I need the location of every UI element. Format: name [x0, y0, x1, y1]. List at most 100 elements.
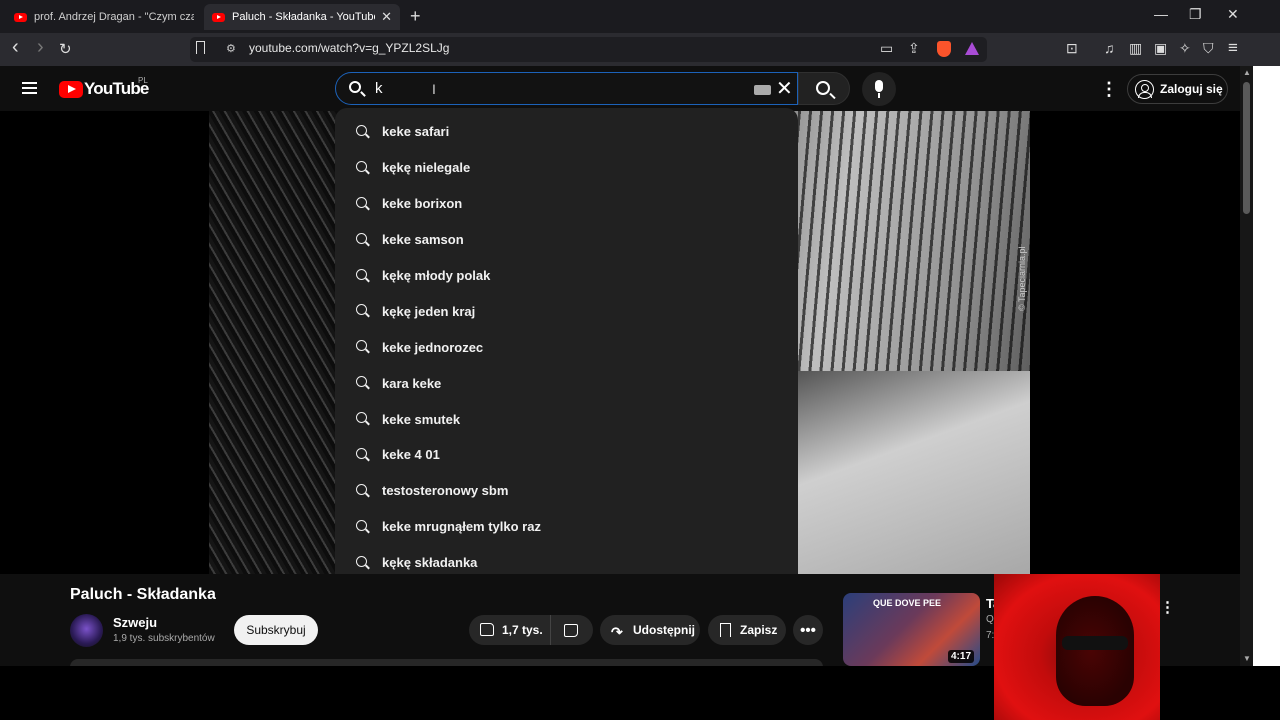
- address-bar-url[interactable]: youtube.com/watch?v=g_YPZL2SLJg: [249, 41, 449, 55]
- scrollbar-thumb[interactable]: [1243, 82, 1250, 214]
- share-icon: ↷: [611, 624, 623, 640]
- settings-kebab-icon[interactable]: ⋮: [1100, 79, 1118, 100]
- search-suggestion-item[interactable]: kękę jeden kraj: [335, 293, 798, 329]
- video-title: Paluch - Składanka: [70, 586, 216, 603]
- search-suggestion-item[interactable]: keke mrugnąłem tylko raz: [335, 509, 798, 545]
- suggestion-label: keke borixon: [382, 196, 463, 212]
- thumbs-up-icon: [480, 623, 494, 636]
- like-button[interactable]: 1,7 tys.: [469, 615, 551, 645]
- new-tab-icon[interactable]: +: [410, 6, 421, 27]
- suggestion-label: keke smutek: [382, 411, 461, 427]
- subscriber-count: 1,9 tys. subskrybentów: [113, 633, 215, 644]
- channel-avatar[interactable]: [70, 614, 103, 647]
- microphone-icon: [875, 80, 883, 98]
- sunglasses: [1062, 636, 1128, 650]
- search-suggestions-dropdown: keke safari kękę nielegale keke borixon kek…: [335, 108, 798, 601]
- search-suggestion-item[interactable]: keke samson: [335, 222, 798, 258]
- youtube-logo-icon[interactable]: [59, 81, 83, 98]
- forward-icon[interactable]: ›: [37, 37, 44, 57]
- search-icon: [356, 448, 367, 460]
- suggestion-label: keke jednorozec: [382, 339, 484, 355]
- youtube-favicon-icon: [212, 12, 225, 22]
- brave-rewards-icon[interactable]: [965, 42, 979, 55]
- brave-shields-icon[interactable]: [937, 41, 951, 57]
- channel-name[interactable]: Szweju: [113, 615, 157, 630]
- suggestion-label: kękę młody polak: [382, 268, 491, 283]
- suggestion-label: keke mrugnąłem tylko raz: [382, 519, 541, 535]
- search-suggestion-item[interactable]: keke safari: [335, 114, 798, 150]
- share-button[interactable]: ↷ Udostępnij: [600, 615, 700, 645]
- save-label: Zapisz: [740, 623, 778, 637]
- video-leaves-area: [209, 111, 339, 574]
- browser-menu-icon[interactable]: ≡: [1228, 38, 1238, 58]
- search-icon: [356, 376, 367, 388]
- video-watermark: © Tapeciarnia.pl: [1017, 246, 1027, 311]
- close-window-icon[interactable]: ✕: [1227, 6, 1239, 23]
- search-suggestion-item[interactable]: kara keke: [335, 365, 798, 401]
- thumbnail-text: QUE DOVE PEE: [873, 598, 942, 608]
- sign-in-label: Zaloguj się: [1160, 82, 1223, 96]
- recommended-video-channel: Q: [986, 614, 994, 625]
- wallet-icon[interactable]: ▣: [1154, 40, 1167, 57]
- leo-ai-icon[interactable]: ✧: [1179, 40, 1191, 57]
- save-button[interactable]: Zapisz: [708, 615, 786, 645]
- search-input-value[interactable]: k: [375, 80, 383, 97]
- search-suggestion-item[interactable]: kękę młody polak: [335, 258, 798, 294]
- search-icon: [356, 483, 367, 495]
- keyboard-icon[interactable]: [754, 85, 771, 95]
- webcam-person: [1056, 596, 1134, 706]
- subscribe-button[interactable]: Subskrybuj: [234, 615, 318, 645]
- bookmark-icon[interactable]: [196, 41, 205, 54]
- like-count: 1,7 tys.: [502, 623, 543, 637]
- share-page-icon[interactable]: ⇪: [908, 40, 920, 57]
- back-icon[interactable]: ‹: [12, 37, 19, 57]
- browser-tab-paluch[interactable]: Paluch - Składanka - YouTube ✕: [204, 4, 400, 30]
- search-suggestion-item[interactable]: testosteronowy sbm: [335, 473, 798, 509]
- voice-search-button[interactable]: [862, 72, 896, 106]
- screenshot-icon[interactable]: ⊡: [1066, 40, 1078, 57]
- search-suggestion-item[interactable]: keke jednorozec: [335, 329, 798, 365]
- scroll-up-icon[interactable]: ▲: [1243, 68, 1251, 77]
- browser-tab-strip: prof. Andrzej Dragan - "Czym czas ró Pal…: [0, 0, 1280, 33]
- video-trees-area: [798, 111, 1030, 411]
- tab-title: Paluch - Składanka - YouTube: [232, 11, 376, 23]
- minimize-icon[interactable]: —: [1154, 6, 1168, 22]
- cast-icon[interactable]: ▭: [880, 40, 893, 57]
- thumbs-down-icon[interactable]: [564, 624, 578, 637]
- search-suggestion-item[interactable]: keke smutek: [335, 401, 798, 437]
- search-suggestion-item[interactable]: keke 4 01: [335, 437, 798, 473]
- search-suggestion-item[interactable]: kękę nielegale: [335, 150, 798, 186]
- scroll-down-icon[interactable]: ▼: [1243, 654, 1251, 663]
- sign-in-button[interactable]: Zaloguj się: [1127, 74, 1228, 104]
- window-edge: [1253, 66, 1280, 666]
- music-icon[interactable]: ♫: [1104, 40, 1115, 56]
- webcam-overlay: [994, 574, 1160, 720]
- search-icon: [356, 125, 367, 136]
- search-input[interactable]: k I ✕: [335, 72, 798, 105]
- restore-icon[interactable]: ❐: [1189, 6, 1202, 23]
- hamburger-menu-icon[interactable]: [22, 82, 37, 94]
- search-icon: [356, 196, 367, 208]
- logo-country-code: PL: [138, 76, 148, 85]
- search-icon: [356, 232, 367, 244]
- description-box[interactable]: [70, 659, 823, 666]
- reload-icon[interactable]: ↻: [59, 40, 72, 58]
- suggestion-label: keke 4 01: [382, 447, 440, 463]
- recommended-video-thumbnail[interactable]: QUE DOVE PEE 4:17: [843, 593, 980, 666]
- share-label: Udostępnij: [633, 623, 695, 637]
- suggestion-label: kękę składanka: [382, 555, 478, 571]
- page-scrollbar[interactable]: ▲ ▼: [1240, 66, 1253, 666]
- search-icon: [356, 555, 367, 567]
- browser-tab-dragan[interactable]: prof. Andrzej Dragan - "Czym czas ró: [6, 4, 202, 30]
- sidebar-icon[interactable]: ▥: [1129, 40, 1142, 57]
- clear-search-icon[interactable]: ✕: [776, 76, 793, 101]
- search-suggestion-item[interactable]: keke borixon: [335, 186, 798, 222]
- search-button[interactable]: [798, 72, 850, 105]
- more-actions-button[interactable]: •••: [793, 615, 823, 645]
- recommended-video-menu-icon[interactable]: ⋮: [1160, 598, 1175, 616]
- tab-close-icon[interactable]: ✕: [381, 9, 392, 25]
- search-icon: [356, 304, 367, 316]
- suggestion-label: kara keke: [382, 375, 442, 391]
- vpn-icon[interactable]: ⛉: [1203, 40, 1214, 57]
- site-info-icon[interactable]: ⚙: [226, 42, 236, 55]
